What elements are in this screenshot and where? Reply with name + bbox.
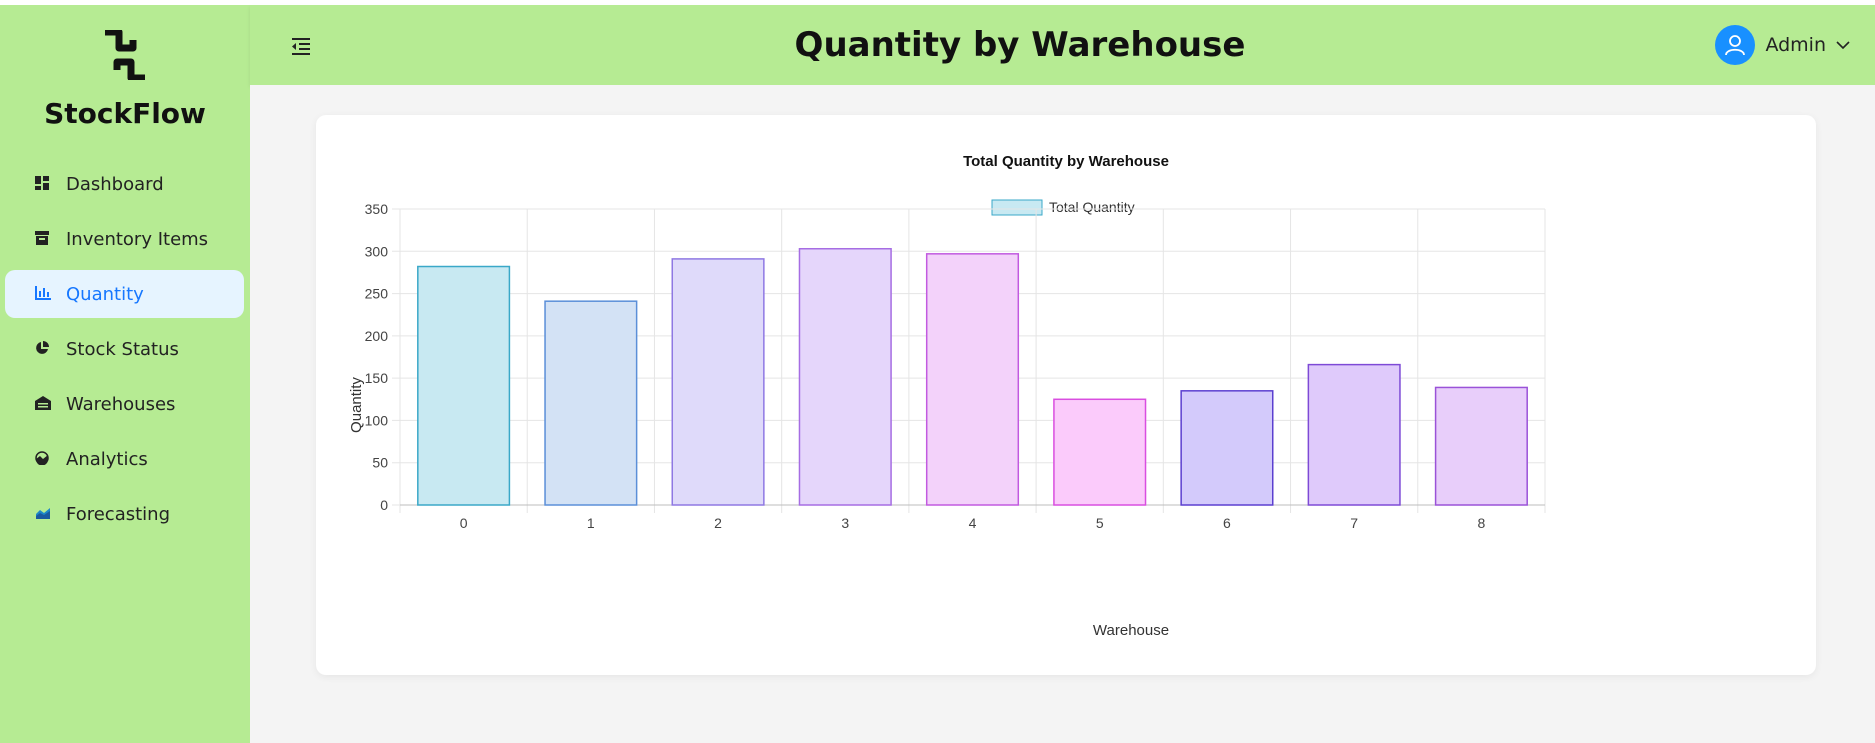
y-axis-label: Quantity [348, 377, 365, 433]
sidebar-item-analytics[interactable]: Analytics [5, 435, 244, 483]
sidebar-item-label: Warehouses [66, 393, 176, 415]
sidebar-item-stock-status[interactable]: Stock Status [5, 325, 244, 373]
legend-label: Total Quantity [1049, 199, 1135, 215]
bar-warehouse-5[interactable] [1053, 398, 1147, 506]
sidebar-item-inventory-items[interactable]: Inventory Items [5, 215, 244, 263]
plot-area: 0 50 100 150 200 250 300 350 0 1 2 3 4 5 6 7 8 [365, 201, 1546, 531]
sidebar-item-label: Stock Status [66, 338, 179, 360]
sidebar-item-label: Inventory Items [66, 228, 209, 250]
chevron-down-icon[interactable] [1836, 40, 1850, 50]
bar-warehouse-3[interactable] [798, 247, 892, 506]
sidebar-item-warehouses[interactable]: Warehouses [5, 380, 244, 428]
user-name: Admin [1765, 34, 1826, 56]
bar-warehouse-0[interactable] [417, 265, 511, 506]
sidebar-item-label: Analytics [66, 448, 148, 470]
sidebar-item-label: Forecasting [66, 503, 171, 525]
chart-card: Total Quantity by Warehouse Total Quanti… [316, 115, 1816, 675]
pie-chart-icon [35, 341, 51, 357]
y-tick-label: 0 [380, 497, 388, 513]
user-menu[interactable]: Admin [1715, 25, 1850, 65]
y-tick-label: 350 [365, 201, 389, 217]
page-title: Quantity by Warehouse [794, 25, 1246, 65]
bar-warehouse-6[interactable] [1180, 390, 1274, 506]
x-tick-label: 1 [587, 515, 595, 531]
sidebar-item-label: Quantity [66, 283, 144, 305]
legend-swatch[interactable] [991, 199, 1043, 216]
y-tick-label: 250 [365, 286, 389, 302]
area-chart-icon [35, 506, 51, 522]
bar-warehouse-1[interactable] [544, 300, 638, 506]
x-tick-label: 7 [1350, 515, 1358, 531]
y-tick-label: 300 [365, 243, 389, 259]
fund-icon [35, 451, 51, 467]
x-tick-label: 2 [714, 515, 722, 531]
dashboard-icon [35, 176, 51, 192]
inbox-icon [35, 231, 51, 247]
bar-chart-icon [35, 286, 51, 302]
main-content: Total Quantity by Warehouse Total Quanti… [250, 85, 1875, 743]
user-icon [1725, 35, 1746, 56]
y-tick-label: 100 [365, 412, 389, 428]
bar-warehouse-4[interactable] [925, 253, 1020, 506]
bar-chart: Total Quantity by Warehouse Total Quanti… [348, 153, 1546, 639]
bar-warehouse-8[interactable] [1434, 386, 1528, 506]
x-tick-label: 5 [1096, 515, 1104, 531]
x-tick-label: 4 [969, 515, 977, 531]
x-axis-label: Warehouse [1093, 622, 1169, 639]
sidebar: StockFlow Dashboard Inventory Items Quan… [0, 5, 250, 743]
brand-name: StockFlow [44, 97, 206, 130]
bar-warehouse-2[interactable] [671, 258, 765, 506]
avatar[interactable] [1715, 25, 1756, 65]
y-tick-label: 200 [365, 328, 389, 344]
sidebar-item-forecasting[interactable]: Forecasting [5, 490, 244, 538]
x-tick-label: 3 [841, 515, 849, 531]
chart-title: Total Quantity by Warehouse [963, 153, 1169, 170]
y-tick-label: 50 [372, 455, 388, 471]
stockflow-logo-icon [105, 30, 145, 80]
sidebar-item-label: Dashboard [66, 173, 164, 195]
y-tick-label: 150 [365, 370, 389, 386]
bar-warehouse-7[interactable] [1307, 363, 1401, 506]
sidebar-item-dashboard[interactable]: Dashboard [5, 160, 244, 208]
x-tick-label: 8 [1477, 515, 1485, 531]
x-tick-label: 0 [460, 515, 468, 531]
sidebar-item-quantity[interactable]: Quantity [5, 270, 244, 318]
top-header: Quantity by Warehouse Admin [250, 5, 1875, 85]
warehouse-icon [35, 396, 51, 412]
x-tick-label: 6 [1223, 515, 1231, 531]
